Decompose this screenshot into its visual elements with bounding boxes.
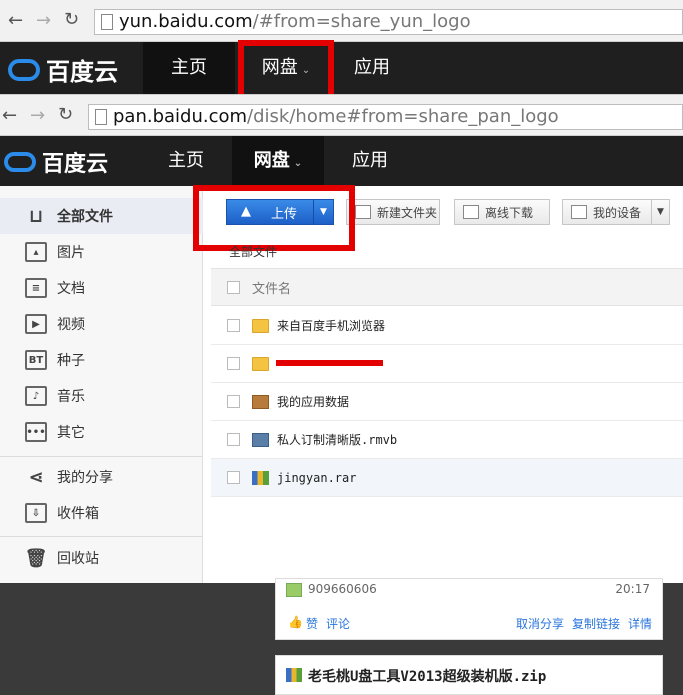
share-icon: ⋖ <box>28 466 44 488</box>
breadcrumb[interactable]: 全部文件 <box>229 243 277 260</box>
nav-apps-top[interactable]: 应用 <box>332 42 412 94</box>
new-folder-button[interactable]: 新建文件夹 <box>346 199 440 225</box>
row-checkbox[interactable] <box>227 471 240 484</box>
sidebar-item-all-files[interactable]: ⊔ 全部文件 <box>0 198 203 234</box>
row-checkbox[interactable] <box>227 433 240 446</box>
chevron-down-icon: ⌄ <box>293 158 303 169</box>
device-icon <box>571 205 587 219</box>
folder-icon <box>252 318 269 333</box>
table-row[interactable]: jingyan.rar <box>211 459 683 497</box>
nav-disk[interactable]: 网盘 ⌄ <box>232 136 324 186</box>
address-bar-top[interactable]: yun.baidu.com/#from=share_yun_logo <box>94 9 683 35</box>
page-icon <box>95 109 107 125</box>
sidebar-item-music[interactable]: ♪ 音乐 <box>0 378 203 414</box>
table-row[interactable]: 来自百度手机浏览器 <box>211 307 683 345</box>
forward-arrow-icon[interactable]: → <box>36 10 51 31</box>
folder-tray-icon: ⊔ <box>28 205 44 227</box>
table-row[interactable]: 我的应用数据 <box>211 383 683 421</box>
sidebar-item-docs[interactable]: ≡ 文档 <box>0 270 203 306</box>
archive-icon <box>252 470 269 485</box>
offline-download-button[interactable]: 离线下载 <box>454 199 550 225</box>
thumbs-up-icon[interactable]: 👍 <box>288 615 303 629</box>
nav-home[interactable]: 主页 <box>140 136 232 186</box>
bt-icon: BT <box>25 350 47 370</box>
sidebar-item-my-share[interactable]: ⋖ 我的分享 <box>0 459 203 495</box>
sidebar-item-recycle-bin[interactable]: 🗑 回收站 <box>0 540 203 576</box>
music-icon: ♪ <box>25 386 47 406</box>
nav-apps[interactable]: 应用 <box>330 136 410 186</box>
video-icon: ▶ <box>25 314 47 334</box>
trash-icon: 🗑 <box>24 547 48 569</box>
row-checkbox[interactable] <box>227 357 240 370</box>
folder-icon <box>252 356 269 371</box>
file-thumb-icon <box>286 583 302 597</box>
sidebar-divider <box>0 456 203 457</box>
sidebar-item-inbox[interactable]: ⇩ 收件箱 <box>0 495 203 531</box>
file-table-header: 文件名 <box>211 268 683 306</box>
sidebar-divider <box>0 536 203 537</box>
site-nav-second: 百度云 主页 网盘 ⌄ 应用 <box>0 136 683 186</box>
redaction-mark <box>276 360 383 366</box>
browser-toolbar-second: ← → ↻ pan.baidu.com/disk/home#from=share… <box>0 94 683 136</box>
cloud-logo-icon <box>8 58 40 81</box>
sidebar-item-videos[interactable]: ▶ 视频 <box>0 306 203 342</box>
back-arrow-icon[interactable]: ← <box>2 105 17 126</box>
address-bar-second[interactable]: pan.baidu.com/disk/home#from=share_pan_l… <box>88 104 683 130</box>
download-icon <box>463 205 479 219</box>
select-all-checkbox[interactable] <box>227 280 240 294</box>
highlight-box-upload <box>193 185 355 251</box>
reload-icon[interactable]: ↻ <box>58 104 73 125</box>
table-row[interactable]: 私人订制清晰版.rmvb <box>211 421 683 459</box>
browser-toolbar-top: ← → ↻ yun.baidu.com/#from=share_yun_logo <box>0 0 683 42</box>
sidebar-item-images[interactable]: ▴ 图片 <box>0 234 203 270</box>
row-checkbox[interactable] <box>227 395 240 408</box>
share-feed-card: 909660606 20:17 👍 赞 评论 取消分享 复制链接 详情 <box>275 578 663 640</box>
baidu-cloud-logo[interactable]: 百度云 <box>4 146 108 178</box>
chevron-down-icon[interactable]: ▼ <box>651 200 669 224</box>
reload-icon[interactable]: ↻ <box>64 9 79 30</box>
sidebar: ⊔ 全部文件 ▴ 图片 ≡ 文档 ▶ 视频 BT 种子 ♪ 音乐 ••• 其它 … <box>0 186 203 583</box>
inbox-icon: ⇩ <box>25 503 47 523</box>
sidebar-item-torrents[interactable]: BT 种子 <box>0 342 203 378</box>
baidu-cloud-logo[interactable]: 百度云 <box>8 52 118 87</box>
page-icon <box>101 14 113 30</box>
video-file-icon <box>252 432 269 447</box>
archive-icon <box>286 668 302 682</box>
back-arrow-icon[interactable]: ← <box>8 10 23 31</box>
share-feed-card: 老毛桃U盘工具V2013超级装机版.zip <box>275 655 663 695</box>
nav-home-top[interactable]: 主页 <box>143 42 235 94</box>
row-checkbox[interactable] <box>227 319 240 332</box>
site-nav-top: 百度云 主页 网盘 ⌄ 应用 <box>0 42 683 94</box>
sidebar-item-other[interactable]: ••• 其它 <box>0 414 203 450</box>
cloud-logo-icon <box>4 152 36 172</box>
briefcase-icon <box>252 394 269 409</box>
new-folder-icon <box>355 205 371 219</box>
image-icon: ▴ <box>25 242 47 262</box>
my-device-button[interactable]: 我的设备 ▼ <box>562 199 670 225</box>
more-icon: ••• <box>25 422 47 442</box>
forward-arrow-icon[interactable]: → <box>30 105 45 126</box>
document-icon: ≡ <box>25 278 47 298</box>
